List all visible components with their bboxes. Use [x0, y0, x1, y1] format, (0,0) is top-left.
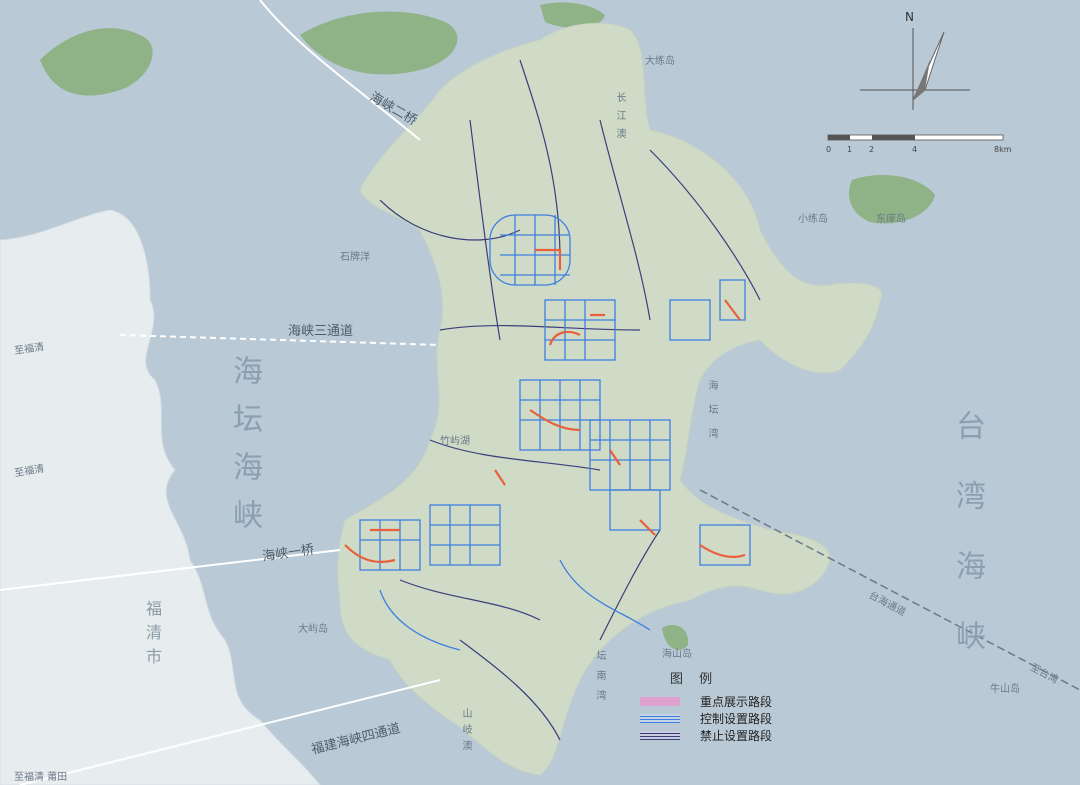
legend-swatch: [640, 731, 680, 740]
scale-tick: 4: [912, 145, 918, 154]
label-fuqing-city: 福清市: [143, 600, 162, 672]
legend-item: 重点展示路段: [640, 693, 800, 710]
legend-item: 控制设置路段: [640, 710, 800, 727]
legend-label: 禁止设置路段: [700, 729, 773, 743]
label-taiwan-strait: 台湾海峡: [950, 410, 985, 690]
label-island: 海山岛: [662, 649, 692, 660]
label-bay: 山岐澳: [460, 708, 471, 756]
scale-tick: 0: [826, 145, 832, 154]
scale-tick: 2: [869, 145, 875, 154]
label-haitan-strait: 海坛海峡: [227, 355, 262, 547]
label-bridge-3: 海峡三通道: [288, 324, 354, 339]
legend-title: 图 例: [670, 672, 719, 687]
label-island: 石牌洋: [340, 252, 370, 263]
label-island: 大屿岛: [298, 624, 328, 635]
label-to-fuqing-putian: 至福清 莆田: [14, 772, 68, 783]
label-island: 小练岛: [798, 214, 828, 225]
legend-label: 控制设置路段: [700, 712, 773, 726]
legend-label: 重点展示路段: [700, 695, 773, 709]
legend-swatch: [640, 714, 680, 723]
label-place: 竹屿湖: [440, 436, 470, 447]
legend-swatch: [640, 697, 680, 706]
scale-tick: 8km: [994, 145, 1012, 154]
scale-tick: 1: [847, 145, 853, 154]
label-island: 牛山岛: [990, 684, 1020, 695]
label-bay: 坛南湾: [594, 650, 605, 710]
legend: 图 例 重点展示路段 控制设置路段 禁止设置路段: [640, 668, 800, 744]
legend-item: 禁止设置路段: [640, 727, 800, 744]
scale-bar: [827, 134, 1004, 141]
compass-north-label: N: [905, 10, 914, 24]
label-bay: 长江澳: [614, 92, 625, 146]
label-bay: 海坛湾: [706, 380, 717, 452]
label-island: 东庠岛: [876, 214, 906, 225]
label-island: 大练岛: [645, 56, 675, 67]
